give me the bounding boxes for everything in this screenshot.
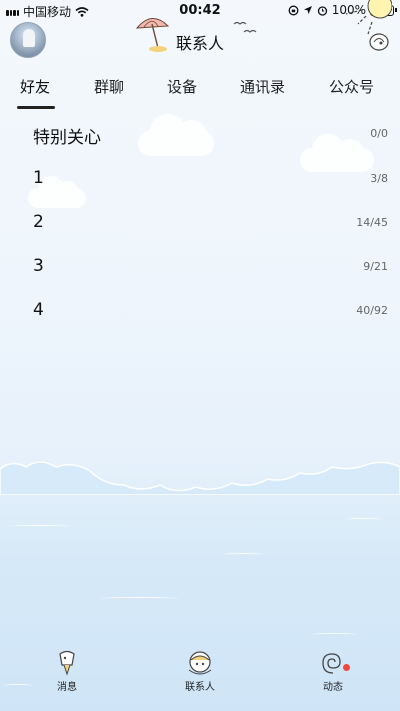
group-count: 3/8 [370,172,388,185]
contacts-icon [188,651,212,675]
tab-groups[interactable]: 群聊 [94,76,124,97]
group-name: 2 [33,212,44,232]
bottom-nav: 消息 联系人 动态 [0,650,400,711]
tab-address-book[interactable]: 通讯录 [240,76,285,97]
nav-contacts-label: 联系人 [185,682,215,693]
tab-active-indicator [17,106,55,109]
group-name: 4 [33,300,44,320]
nav-moments[interactable]: 动态 [303,650,363,693]
friend-group-row[interactable]: 2 14/45 [0,212,400,252]
wave-decoration [100,597,178,600]
group-name: 1 [33,168,44,188]
moments-icon [322,653,341,674]
nav-messages-label: 消息 [57,682,77,693]
group-count: 9/21 [363,260,388,273]
nav-moments-label: 动态 [323,682,343,693]
wave-decoration [312,633,356,636]
tab-bar: 好友 群聊 设备 通讯录 公众号 [0,76,400,109]
group-count: 40/92 [356,304,388,317]
location-icon [303,6,312,14]
birds-icon [233,21,257,33]
friend-group-row[interactable]: 1 3/8 [0,168,400,208]
nav-messages[interactable]: 消息 [37,650,97,693]
group-count: 0/0 [370,127,388,140]
message-icon [59,650,75,676]
rotation-lock-icon [288,5,299,15]
nav-contacts[interactable]: 联系人 [170,650,230,693]
group-name: 特别关心 [33,128,101,148]
tab-devices[interactable]: 设备 [167,76,197,97]
sea-cloud-edge [0,461,400,495]
tab-official-accounts[interactable]: 公众号 [329,76,374,97]
moments-badge [343,664,350,671]
friend-group-row[interactable]: 特别关心 0/0 [0,123,400,163]
wave-decoration [8,525,70,528]
add-contact-icon[interactable] [368,30,390,52]
group-count: 14/45 [356,216,388,229]
wave-decoration [345,518,383,521]
tab-friends[interactable]: 好友 [20,76,50,97]
friend-group-row[interactable]: 3 9/21 [0,256,400,296]
wave-decoration [222,553,264,556]
group-name: 3 [33,256,44,276]
friend-group-row[interactable]: 4 40/92 [0,300,400,340]
